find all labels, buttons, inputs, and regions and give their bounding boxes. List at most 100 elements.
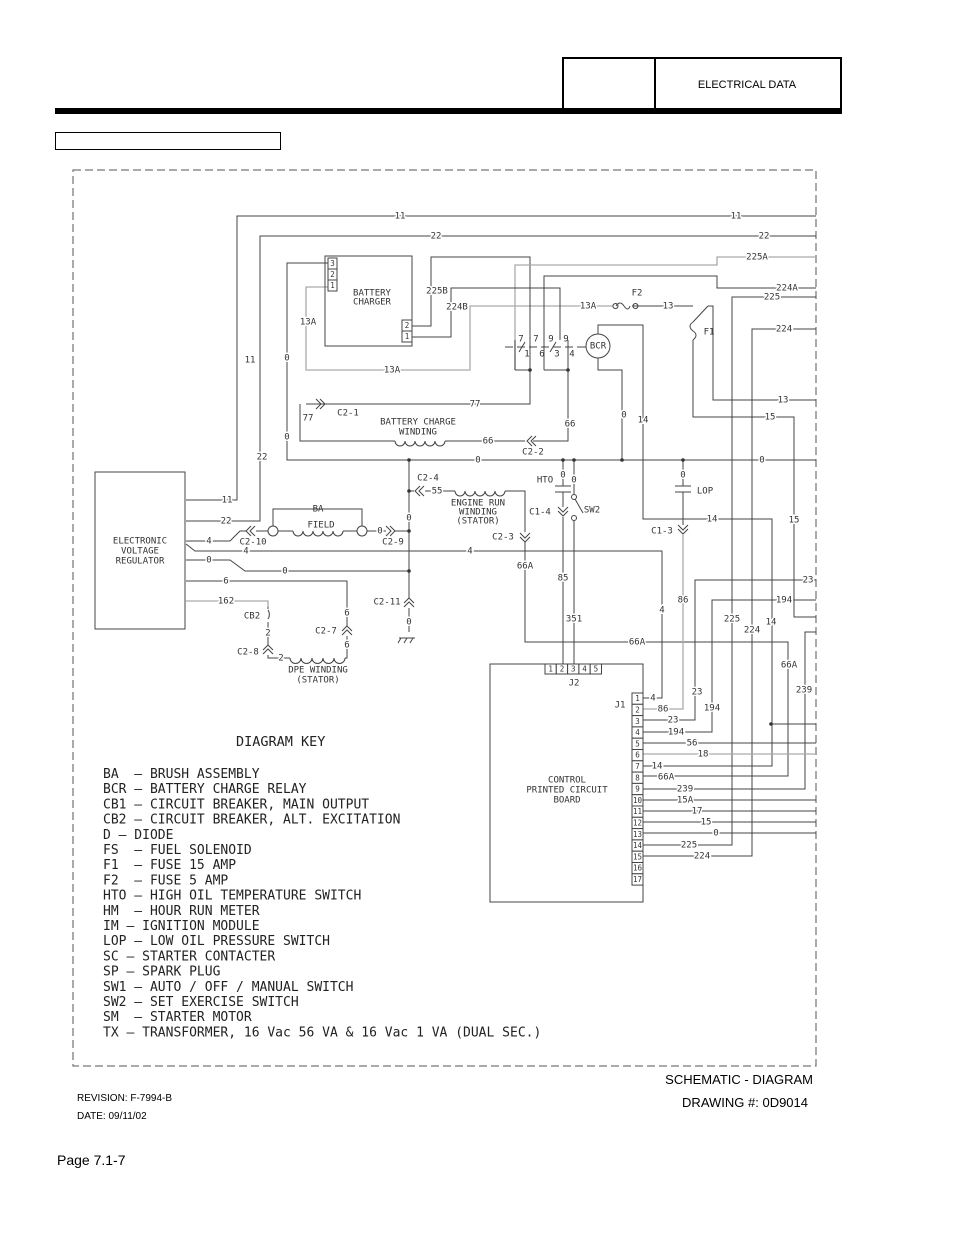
diagram-key-item: HTO – HIGH OIL TEMPERATURE SWITCH (103, 889, 361, 904)
wire-number-label: 225 (681, 841, 697, 851)
relay-contact-label: 1 (524, 350, 529, 360)
wire-225 (643, 296, 816, 846)
diagram-key-title: DIAGRAM KEY (236, 734, 325, 750)
connector-c2-4-icon (414, 485, 425, 497)
wire-number-label: 85 (558, 574, 569, 584)
wire-number-label: 14 (652, 762, 663, 772)
charger-pin-label: 3 (330, 259, 335, 268)
diagram-key-item: FS – FUEL SOLENOID (103, 843, 252, 858)
diagram-key-item: TX – TRANSFORMER, 16 Vac 56 VA & 16 Vac … (103, 1025, 541, 1040)
wire-number-label: 224 (776, 325, 792, 335)
wire-13-out (708, 305, 816, 401)
j1-pin-label: 8 (635, 773, 640, 782)
component-label: DPE WINDING (288, 666, 348, 676)
diagram-key-item: SM – STARTER MOTOR (103, 1010, 252, 1025)
wire-number-label: 224B (446, 303, 468, 313)
component-label: BA (313, 505, 324, 515)
component-label: (STATOR) (456, 517, 499, 527)
component-label: (STATOR) (296, 676, 339, 686)
wire-number-label: 55 (432, 487, 443, 497)
j1-pin-label: 12 (633, 818, 642, 827)
diagram-key-item: F1 – FUSE 15 AMP (103, 858, 236, 873)
wire-239 (643, 631, 816, 790)
wire-number-label: 225A (746, 253, 768, 263)
component-label: WINDING (399, 428, 437, 438)
wire-number-label: 11 (395, 212, 406, 222)
diagram-key-item: BCR – BATTERY CHARGE RELAY (103, 782, 307, 797)
charger-pin-label: 1 (330, 281, 335, 290)
wire-number-label: 0 (206, 556, 211, 566)
wire-number-label: 4 (650, 694, 655, 704)
engine-run-coil (454, 490, 506, 497)
component-label: CHARGER (353, 298, 392, 308)
component-label: CONTROL (548, 776, 586, 786)
j1-pin-label: 10 (633, 796, 643, 805)
j2-pin-label: 1 (548, 665, 553, 674)
component-label: C2-9 (382, 538, 404, 548)
wire-0-evr (186, 559, 409, 572)
wire-number-label: 13A (300, 318, 317, 328)
wire-number-label: 18 (698, 750, 709, 760)
wire-number-label: 56 (687, 739, 698, 749)
wire-number-label: 0 (282, 567, 287, 577)
lop-switch-icon (675, 485, 691, 493)
wire-number-label: 15 (789, 516, 800, 526)
wire-55c (505, 490, 526, 532)
wire-number-label: 194 (704, 704, 720, 714)
relay-contact-label: 4 (569, 350, 574, 360)
connector-c2-7-icon (341, 625, 353, 636)
j1-pin-label: 4 (635, 728, 640, 737)
date: DATE: 09/11/02 (77, 1111, 147, 1122)
revision: REVISION: F-7994-B (77, 1093, 172, 1104)
component-label: C1-3 (651, 527, 673, 537)
wire-bcr-0 (597, 358, 623, 460)
wire-number-label: 351 (566, 615, 582, 625)
wire-number-label: 66 (483, 437, 494, 447)
wire-number-label: 225 (764, 293, 780, 303)
connector-c2-9-icon (385, 525, 396, 537)
component-label: PRINTED CIRCUIT (526, 786, 608, 796)
component-label: C2-1 (337, 409, 359, 419)
component-labels: BATTERYCHARGERF2F1BCRC2-1BATTERY CHARGEW… (113, 289, 715, 806)
component-label: C2-3 (492, 533, 514, 543)
wire-number-label: 4 (206, 537, 211, 547)
relay-contact-label: 7 (533, 335, 538, 345)
sw2-switch-icon (574, 498, 584, 514)
component-label: VOLTAGE (121, 547, 159, 557)
wire-number-label: 22 (759, 232, 770, 242)
diagram-key-item: CB1 – CIRCUIT BREAKER, MAIN OUTPUT (103, 797, 369, 812)
wire-number-label: 23 (803, 576, 814, 586)
j1-pin-label: 5 (635, 739, 640, 748)
wire-number-label: 22 (257, 453, 268, 463)
wire-number-label: 0 (680, 471, 685, 481)
diagram-key-item: D – DIODE (103, 828, 173, 843)
dpe-coil (289, 657, 346, 664)
diagram-key-item: F2 – FUSE 5 AMP (103, 873, 228, 888)
j1-pin-label: 13 (633, 830, 642, 839)
diagram-key-item: CB2 – CIRCUIT BREAKER, ALT. EXCITATION (103, 813, 400, 828)
wire-number-label: 66A (658, 773, 675, 783)
diagram-key-item: IM – IGNITION MODULE (103, 919, 260, 934)
relay-contact-label: 9 (563, 335, 568, 345)
charger-pin-label: 1 (405, 332, 410, 341)
diagram-key-item: HM – HOUR RUN METER (103, 904, 260, 919)
component-label: HTO (537, 476, 553, 486)
j1-pin-label: 7 (635, 762, 640, 771)
j1-pin-label: 11 (633, 807, 642, 816)
j1-pin-label: 17 (633, 875, 642, 884)
wire-6 (186, 580, 348, 626)
wire-number-label: 225B (426, 287, 448, 297)
relay-contact-label: 7 (518, 335, 523, 345)
wire-11 (186, 215, 816, 501)
component-label: C2-10 (239, 538, 266, 548)
wire-number-label: 225 (724, 615, 740, 625)
wire-number-label: 13A (384, 366, 401, 376)
wire-number-label: 66A (781, 661, 798, 671)
diagram-key-item: SP – SPARK PLUG (103, 965, 221, 980)
wire-number-label: 194 (776, 596, 792, 606)
component-label: LOP (697, 487, 714, 497)
wire-number-label: 4 (467, 547, 472, 557)
schematic-diagram: 321211 2 3 4 512345678910111213141516177 7 9 91… (57, 169, 817, 1168)
component-label: BATTERY CHARGE (380, 418, 456, 428)
wire-15 (692, 340, 816, 618)
